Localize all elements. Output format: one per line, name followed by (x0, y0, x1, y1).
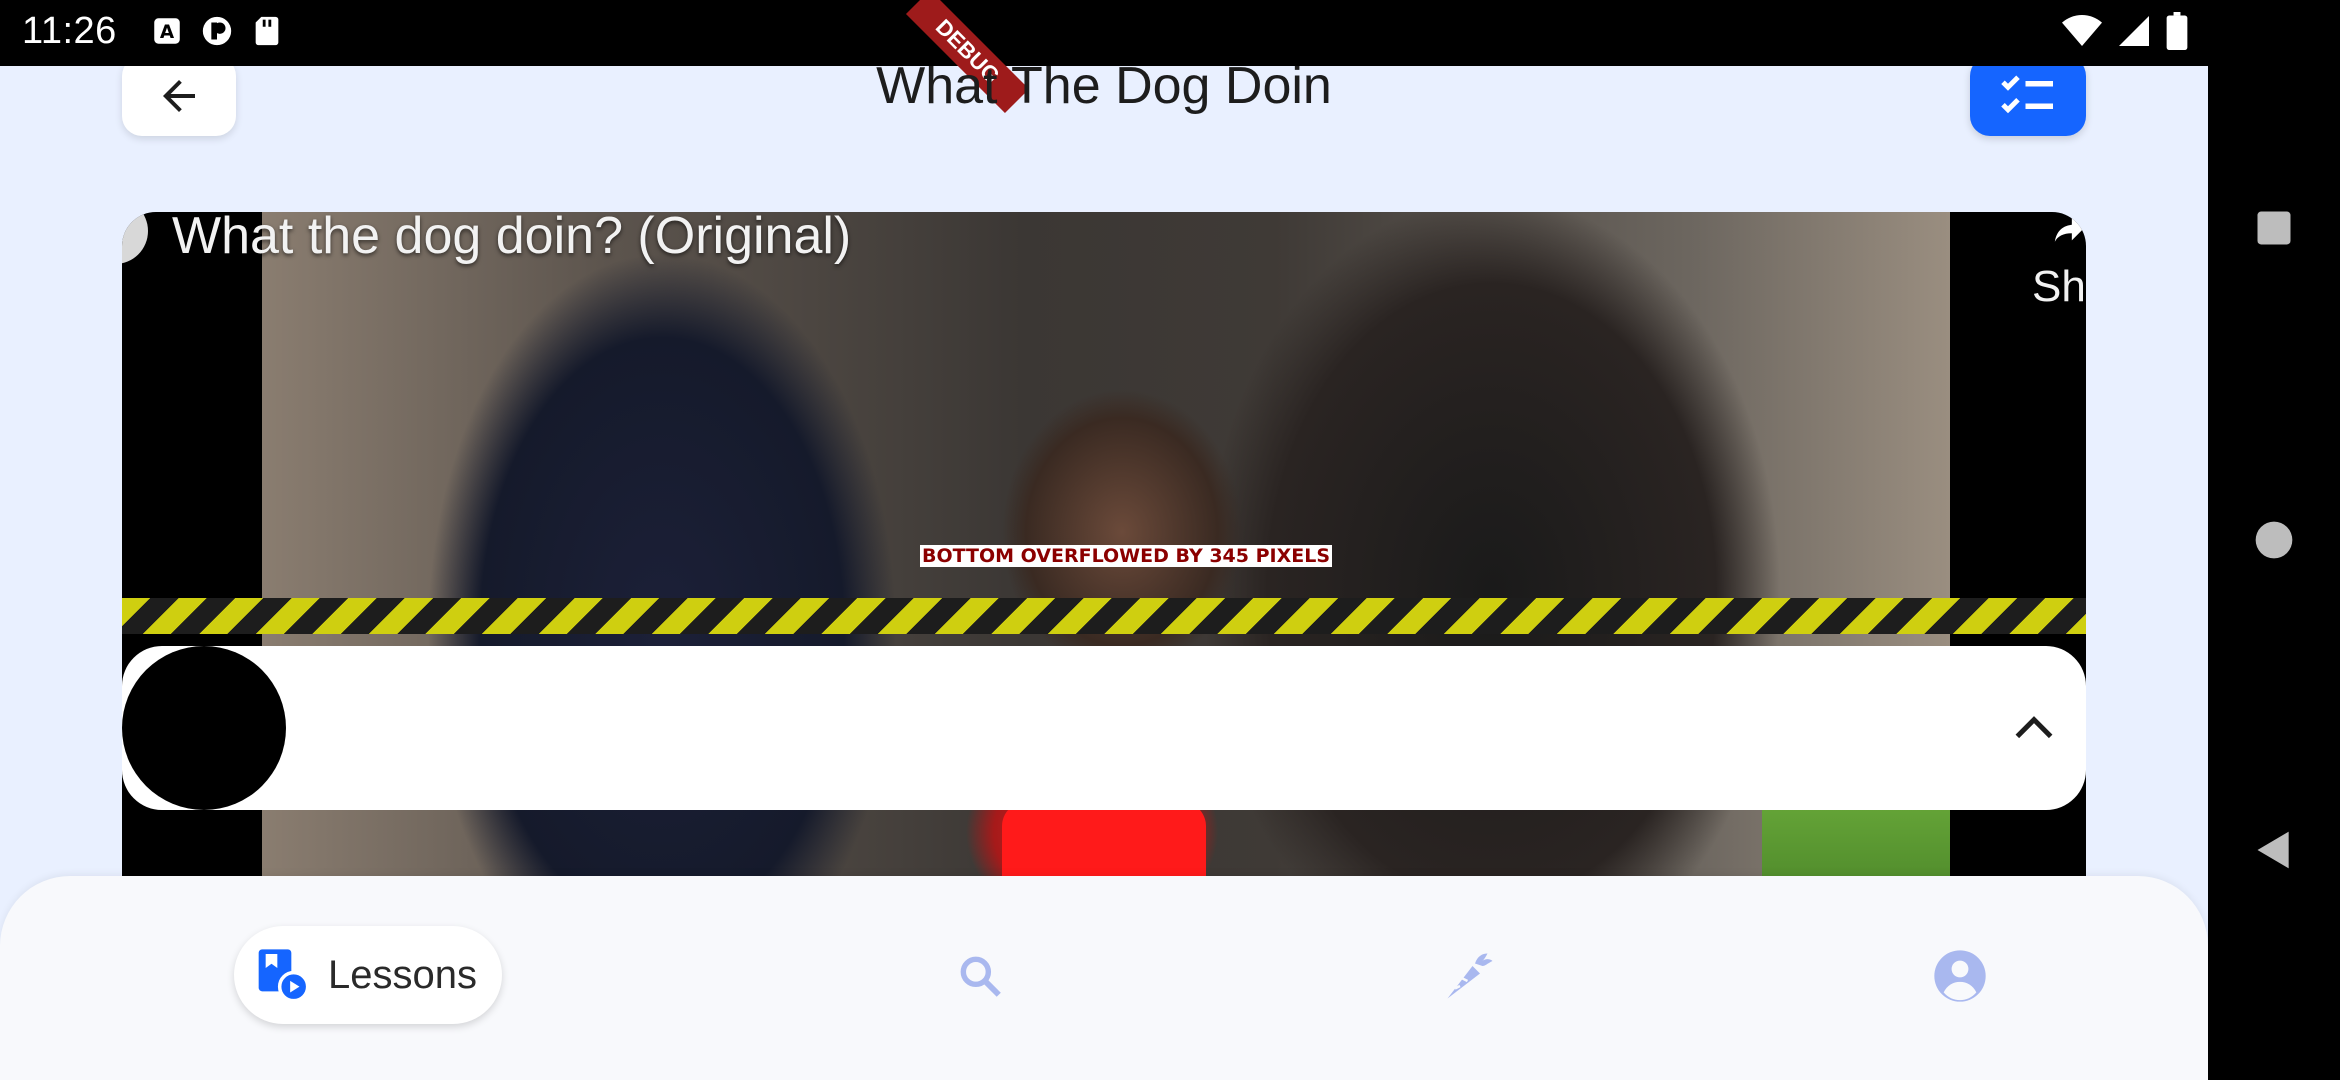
recents-button[interactable] (2208, 188, 2340, 268)
nav-item-lessons[interactable]: Lessons (234, 926, 502, 1024)
bottom-nav: Lessons (0, 876, 2208, 1080)
home-button[interactable] (2208, 500, 2340, 580)
sd-card-icon (255, 16, 279, 46)
share-label[interactable]: Sh (2032, 262, 2086, 312)
wifi-icon (2062, 15, 2102, 46)
carrot-icon (1447, 953, 1493, 999)
page-title: What The Dog Doin (876, 66, 1332, 115)
signal-icon (2119, 16, 2149, 46)
system-nav-bar (2208, 0, 2340, 1080)
nav-item-carrot[interactable] (1440, 946, 1500, 1006)
a-icon: A (154, 18, 180, 44)
status-icons-right (2062, 12, 2188, 50)
chevron-up-icon (2015, 716, 2053, 739)
video-title[interactable]: What the dog doin? (Original) (172, 212, 851, 266)
player-avatar[interactable] (122, 646, 286, 810)
checklist-icon (2001, 75, 2053, 114)
search-icon (960, 956, 1001, 997)
expand-button[interactable] (2002, 696, 2066, 760)
lessons-icon (258, 949, 310, 1003)
player-bar (122, 646, 2086, 810)
nav-item-search[interactable] (950, 946, 1010, 1006)
checklist-button[interactable] (1970, 66, 2086, 136)
home-icon (2255, 521, 2293, 559)
share-icon[interactable] (2052, 212, 2086, 246)
status-icons-left: A (150, 14, 284, 48)
account-icon (1934, 950, 1986, 1002)
nav-item-account[interactable] (1930, 946, 1990, 1006)
overflow-warning: BOTTOM OVERFLOWED BY 345 PIXELS (920, 545, 1333, 567)
back-icon (2257, 831, 2289, 869)
back-nav-button[interactable] (2208, 810, 2340, 890)
recents-icon (2257, 211, 2291, 245)
arrow-left-icon (163, 80, 195, 112)
overflow-stripe (122, 598, 2086, 634)
app-area: What The Dog Doin What the dog doin? (Or… (0, 66, 2208, 1080)
nav-lessons-label: Lessons (328, 952, 477, 997)
status-bar: 11:26 A DEBUG (0, 0, 2208, 114)
status-time: 11:26 (22, 10, 117, 52)
svg-text:A: A (160, 22, 175, 43)
circle-app-icon (202, 16, 232, 46)
battery-icon (2166, 12, 2188, 50)
back-button[interactable] (122, 66, 236, 136)
channel-avatar[interactable] (122, 212, 148, 264)
